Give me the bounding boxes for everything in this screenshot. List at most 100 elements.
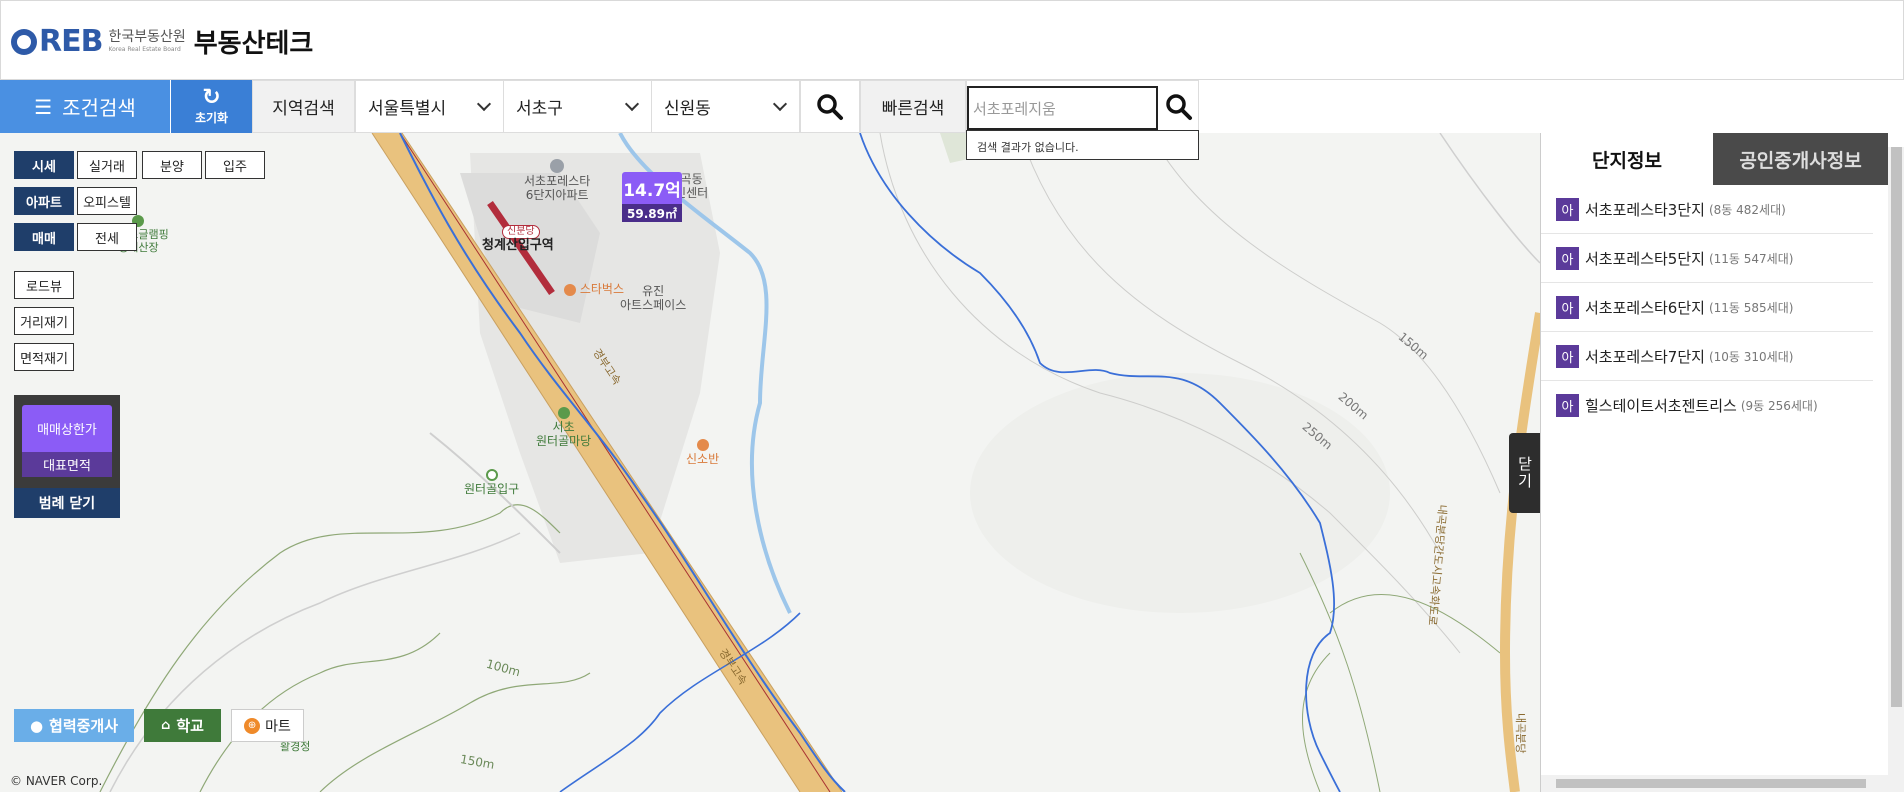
legend-representative-area: 대표면적 <box>22 452 112 477</box>
search-icon <box>817 93 843 120</box>
list-item[interactable]: 아 서초포레스타3단지 (8동 482세대) <box>1541 185 1873 234</box>
cafe-icon <box>564 283 576 296</box>
map-label-pavilion[interactable]: 활경정 <box>280 740 310 754</box>
mart-label: 마트 <box>265 718 291 735</box>
list-item[interactable]: 아 힐스테이트서초젠트리스 (9동 256세대) <box>1541 381 1873 430</box>
district-select[interactable]: 서초구 <box>503 80 652 133</box>
complex-name: 서초포레스타3단지 <box>1585 200 1705 219</box>
org-name-en: Korea Real Estate Board <box>108 46 181 53</box>
condition-search-label: 조건검색 <box>62 96 136 120</box>
condition-search-button[interactable]: ☰ 조건검색 <box>0 80 170 133</box>
map-label-restaurant[interactable]: 신소반 <box>686 439 719 467</box>
list-menu-icon: ☰ <box>34 94 53 119</box>
complex-meta: (9동 256세대) <box>1740 399 1818 413</box>
roadview-button[interactable]: 로드뷰 <box>14 271 74 299</box>
cart-icon: ⊕ <box>244 717 261 734</box>
complex-meta: (10동 310세대) <box>1708 349 1794 364</box>
quick-search-result: 검색 결과가 없습니다. <box>966 130 1199 160</box>
map-label-art-space[interactable]: 유진 아트스페이스 <box>620 284 686 313</box>
apartment-badge: 아 <box>1556 197 1579 221</box>
complex-meta: (11동 585세대) <box>1708 300 1794 315</box>
service-title: 부동산테크 <box>193 29 314 59</box>
apartment-badge: 아 <box>1556 295 1579 319</box>
market-price-toggle[interactable]: 시세 <box>14 151 74 179</box>
panel-vertical-scrollbar[interactable] <box>1888 147 1904 792</box>
chevron-down-icon <box>624 96 640 112</box>
reb-logo[interactable]: REB 한국부동산원 Korea Real Estate Board 부동산테크 <box>11 23 313 60</box>
reset-label: 초기화 <box>194 111 229 125</box>
scrollbar-thumb[interactable] <box>1556 779 1866 788</box>
map-label-apartment[interactable]: 서초포레스타 6단지아파트 <box>524 159 590 203</box>
price-marker[interactable]: 14.7억 59.89㎡ <box>622 172 682 222</box>
complex-name: 힐스테이트서초젠트리스 <box>1585 397 1737 415</box>
header: REB 한국부동산원 Korea Real Estate Board 부동산테크 <box>0 0 1904 80</box>
area-measure-button[interactable]: 면적재기 <box>14 343 74 371</box>
dong-select[interactable]: 신원동 <box>651 80 800 133</box>
map-label-wonter-entrance[interactable]: 원터골입구 <box>464 469 519 497</box>
org-name: 한국부동산원 Korea Real Estate Board <box>108 30 185 53</box>
search-bar: ☰ 조건검색 ↻ 초기화 지역검색 서울특별시 서초구 신원동 빠른검색 <box>0 80 1904 133</box>
jeonse-toggle[interactable]: 전세 <box>77 223 137 251</box>
subway-line-badge: 신분당 <box>502 225 540 239</box>
quick-search-button[interactable] <box>1159 85 1199 129</box>
person-icon: ● <box>29 716 44 735</box>
legend-close-button[interactable]: 범례 닫기 <box>14 488 120 518</box>
quick-search-input[interactable] <box>967 86 1158 130</box>
price-marker-area: 59.89㎡ <box>622 204 682 222</box>
school-icon: ⌂ <box>161 718 171 733</box>
legend-price-cap: 매매상한가 <box>22 405 112 452</box>
reb-emblem-icon <box>11 28 37 55</box>
city-select[interactable]: 서울특별시 <box>355 80 504 133</box>
scrollbar-thumb[interactable] <box>1891 147 1902 707</box>
partner-agent-button[interactable]: ● 협력중개사 <box>14 709 134 742</box>
school-label: 학교 <box>176 717 204 735</box>
officetel-toggle[interactable]: 오피스텔 <box>77 187 137 215</box>
city-select-value: 서울특별시 <box>368 99 447 119</box>
region-search-button[interactable] <box>800 80 860 133</box>
list-item[interactable]: 아 서초포레스타7단지 (10동 310세대) <box>1541 332 1873 381</box>
map-copyright: © NAVER Corp. <box>10 774 103 788</box>
apartment-badge: 아 <box>1556 394 1579 417</box>
reb-logo-mark: REB <box>11 24 103 59</box>
quick-search-box <box>966 80 1199 133</box>
price-marker-price: 14.7억 <box>622 172 682 204</box>
complex-info-panel: 단지정보 공인중개사정보 아 서초포레스타3단지 (8동 482세대) 아 서초… <box>1540 133 1904 792</box>
search-icon <box>1166 94 1192 120</box>
presale-toggle[interactable]: 분양 <box>142 151 202 179</box>
tab-agent-info[interactable]: 공인중개사정보 <box>1713 133 1888 185</box>
tab-complex-info[interactable]: 단지정보 <box>1541 133 1713 185</box>
complex-name: 서초포레스타7단지 <box>1585 347 1705 366</box>
map-label-madang[interactable]: 서초 원터골마당 <box>536 407 591 449</box>
map-label-starbucks[interactable]: 스타벅스 <box>564 282 624 297</box>
apartment-badge: 아 <box>1556 246 1579 270</box>
sale-toggle[interactable]: 매매 <box>14 223 74 251</box>
mart-button[interactable]: ⊕ 마트 <box>231 709 304 742</box>
map-label-station[interactable]: 청계산입구역 <box>482 238 554 254</box>
actual-transaction-toggle[interactable]: 실거래 <box>77 151 137 179</box>
apartment-badge: 아 <box>1556 344 1579 368</box>
apartment-toggle[interactable]: 아파트 <box>14 187 74 215</box>
district-select-value: 서초구 <box>516 99 563 119</box>
panel-tabs: 단지정보 공인중개사정보 <box>1541 133 1888 185</box>
move-in-toggle[interactable]: 입주 <box>205 151 265 179</box>
chevron-down-icon <box>476 96 492 112</box>
complex-name: 서초포레스타5단지 <box>1585 249 1705 268</box>
partner-agent-label: 협력중개사 <box>49 717 119 735</box>
panel-horizontal-scrollbar[interactable] <box>1541 775 1888 792</box>
org-name-ko: 한국부동산원 <box>108 29 186 45</box>
panel-close-button[interactable]: 닫기 <box>1509 433 1540 513</box>
complex-list: 아 서초포레스타3단지 (8동 482세대) 아 서초포레스타5단지 (11동 … <box>1541 185 1873 430</box>
reb-logo-text: REB <box>39 24 103 59</box>
highway-label: 내곡분당 <box>1514 713 1527 754</box>
distance-measure-button[interactable]: 거리재기 <box>14 307 74 335</box>
region-search-label: 지역검색 <box>252 80 355 133</box>
list-item[interactable]: 아 서초포레스타6단지 (11동 585세대) <box>1541 283 1873 332</box>
refresh-icon: ↻ <box>202 85 221 110</box>
complex-meta: (8동 482세대) <box>1708 202 1786 217</box>
panel-close-label: 닫기 <box>1515 456 1534 490</box>
reset-button[interactable]: ↻ 초기화 <box>171 80 252 133</box>
park-icon <box>557 407 570 419</box>
building-icon <box>550 159 565 173</box>
school-button[interactable]: ⌂ 학교 <box>144 709 221 742</box>
list-item[interactable]: 아 서초포레스타5단지 (11동 547세대) <box>1541 234 1873 283</box>
